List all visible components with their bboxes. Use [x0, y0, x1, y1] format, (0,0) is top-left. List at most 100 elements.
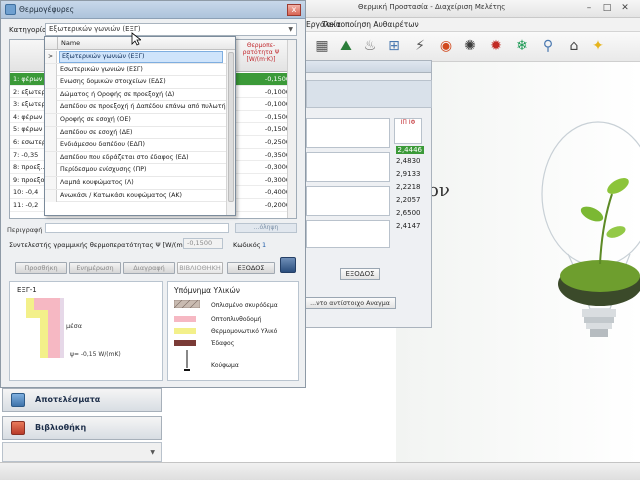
description-field[interactable] — [45, 223, 229, 233]
dropdown-option[interactable]: Δαπέδου σε προεξοχή ή Δαπέδου επάνω από … — [45, 101, 235, 114]
results-nav-button[interactable]: Αποτελέσματα — [2, 388, 162, 412]
row-marker — [45, 177, 57, 189]
toolbar-tower-icon[interactable]: ⚡ — [410, 36, 430, 56]
legend-title: Υπόμνημα Υλικών — [174, 286, 240, 295]
library-button[interactable]: ΒΙΒΛΙΟΘΗΚΗ — [177, 262, 223, 274]
add-button[interactable]: Προσθήκη — [15, 262, 67, 274]
dialog-close-icon[interactable]: x — [287, 4, 301, 16]
background-value: 2,4147 — [396, 222, 421, 230]
background-value: 2,6500 — [396, 209, 421, 217]
nav-more-panel[interactable]: ▼ — [2, 442, 162, 462]
dropdown-option[interactable]: Ανωκάσι / Κατωκάσι κουφώματος (ΑΚ) — [45, 189, 227, 203]
toolbar-snowflake-icon[interactable]: ❄ — [512, 36, 532, 56]
category-select[interactable]: Εξωτερικών γωνιών (ΕΞΓ) ▼ — [45, 23, 297, 36]
row-value: -0,1500 — [264, 75, 290, 83]
category-dropdown-list[interactable]: Name > Εξωτερικών γωνιών (ΕΞΓ) Εσωτερικώ… — [44, 36, 236, 216]
dropdown-option-label: Δαπέδου σε προεξοχή ή Δαπέδου επάνω από … — [60, 103, 236, 111]
legend-swatch-insulation — [174, 328, 196, 334]
category-label: Κατηγορία — [9, 26, 47, 34]
toolbar-landscape-icon[interactable]: ⛰ — [336, 36, 356, 56]
current-row-marker-icon: > — [45, 51, 57, 63]
dropdown-scrollbar[interactable] — [226, 50, 235, 215]
menu-item-settlement[interactable]: Τακτοποίηση Αυθαιρέτων — [322, 20, 419, 29]
books-icon — [11, 421, 25, 435]
row-value: -0,1500 — [264, 125, 290, 134]
dropdown-option[interactable]: > Εξωτερικών γωνιών (ΕΞΓ) — [45, 51, 227, 64]
exit-button[interactable]: ΕΞΟΔΟΣ — [227, 262, 275, 274]
dropdown-option-label: Εσωτερικών γωνιών (ΕΣΓ) — [60, 65, 143, 73]
close-window-icon[interactable]: ✕ — [618, 2, 632, 15]
dropdown-option-label: Δαπέδου σε εσοχή (ΔΕ) — [60, 128, 133, 136]
dropdown-option[interactable]: Δώματος ή Οροφής σε προεξοχή (Δ) — [45, 88, 227, 102]
row-marker — [45, 63, 57, 76]
dropdown-header-name[interactable]: Name — [57, 37, 227, 50]
legend-swatch-frame — [184, 350, 190, 371]
dropdown-option-label: Εξωτερικών γωνιών (ΕΞΓ) — [59, 51, 223, 63]
library-nav-label: Βιβλιοθήκη — [35, 423, 87, 432]
toolbar-tap-icon[interactable]: ⚲ — [538, 36, 558, 56]
legend-item-label: Θερμομονωτικό Υλικό — [211, 328, 278, 335]
background-dialog-field-2[interactable] — [306, 152, 390, 182]
dropdown-option[interactable]: Περίδεσμου ενίσχυσης (ΠΡ) — [45, 164, 227, 177]
background-value: 2,2218 — [396, 183, 421, 191]
dropdown-option[interactable]: Ενδιάμεσου δαπέδου (ΕΔΠ) — [45, 139, 227, 152]
legend-item-label: Οπτοπλινθοδομή — [211, 316, 262, 323]
background-dialog-header-panel — [306, 80, 432, 108]
grid-header-psi[interactable]: Θερμοπε-ρατότητα Ψ [W/(m·K)] — [236, 42, 286, 63]
dialog-app-icon — [5, 4, 16, 15]
row-name: 11: -0,2 — [13, 201, 39, 209]
row-marker — [45, 88, 57, 101]
row-value: -0,3500 — [264, 150, 290, 159]
row-name: 8: προεξ... — [13, 163, 47, 172]
drawing-inside-label: μέσα — [66, 322, 83, 330]
mouse-cursor-icon — [131, 32, 141, 46]
description-label: Περιγραφή — [7, 226, 43, 234]
dropdown-option[interactable]: Ενωσης δομικών στοιχείων (ΕΔΣ) — [45, 76, 227, 89]
grid-scrollbar[interactable] — [287, 40, 296, 218]
results-icon — [11, 393, 25, 407]
library-nav-button[interactable]: Βιβλιοθήκη — [2, 416, 162, 440]
exit-door-icon[interactable] — [280, 257, 296, 273]
dropdown-option[interactable]: Δαπέδου σε εσοχή (ΔΕ) — [45, 126, 227, 140]
legend-swatch-concrete — [174, 300, 200, 308]
chevron-down-icon[interactable]: ▼ — [150, 449, 155, 456]
background-dialog-field-1[interactable] — [306, 118, 390, 148]
minimize-icon[interactable]: – — [582, 2, 596, 15]
maximize-icon[interactable]: □ — [600, 2, 614, 15]
dropdown-option[interactable]: Εσωτερικών γωνιών (ΕΣΓ) — [45, 63, 227, 77]
toolbar-target-icon[interactable]: ◉ — [436, 36, 456, 56]
drawing-psi-label: ψ= -0,15 W/(mK) — [70, 351, 121, 358]
toolbar-grid-icon[interactable]: ▦ — [312, 36, 332, 56]
toolbar-wheel-icon[interactable]: ✺ — [460, 36, 480, 56]
toolbar-fire-icon[interactable]: ✹ — [486, 36, 506, 56]
dropdown-option[interactable]: Οροφής σε εσοχή (ΟΕ) — [45, 114, 227, 127]
dropdown-option[interactable]: Λαμπά κουφώματος (Λ) — [45, 177, 227, 190]
update-button[interactable]: Ενημέρωση — [69, 262, 121, 274]
background-dialog-field-4[interactable] — [306, 220, 390, 248]
background-value: 2,9133 — [396, 170, 421, 178]
row-marker — [45, 151, 57, 164]
detail-drawing-panel: ΕΞΓ-1 μέσα ψ= -0,15 W/(mK) — [9, 281, 163, 381]
dialog-titlebar: Θερμογέφυρες x — [1, 1, 305, 19]
background-values-header: ΙΠ ΙΦ — [394, 118, 422, 144]
chevron-down-icon[interactable]: ▼ — [288, 24, 293, 35]
dropdown-option-label: Περίδεσμου ενίσχυσης (ΠΡ) — [60, 166, 147, 174]
background-annex-button[interactable]: ...ντο αντίστοιχο Αναγμα — [304, 297, 396, 309]
dropdown-option[interactable]: Δαπέδου που εδράζεται στο έδαφος (ΕΔ) — [45, 151, 227, 165]
delete-button[interactable]: Διαγραφή — [123, 262, 175, 274]
background-value: 2,4446 — [396, 146, 424, 154]
toolbar-house-icon[interactable]: ⌂ — [564, 36, 584, 56]
toolbar-bulb-icon[interactable]: ✦ — [588, 36, 608, 56]
row-value: -0,3000 — [264, 163, 290, 172]
row-name: 7: -0,35 — [13, 150, 39, 159]
psi-coefficient-label: Συντελεστής γραμμικής θερμοπερατότητας Ψ… — [9, 241, 195, 249]
toolbar-window-icon[interactable]: ⊞ — [384, 36, 404, 56]
psi-coefficient-field[interactable]: -0,1500 — [183, 238, 223, 249]
toolbar-heater-icon[interactable]: ♨ — [360, 36, 380, 56]
background-exit-button[interactable]: ΕΞΟΔΟΣ — [340, 268, 380, 280]
legend-item-label: Κούφωμα — [211, 362, 239, 369]
row-marker — [45, 189, 57, 202]
lightbulb-plant-image — [541, 121, 640, 337]
background-dialog-field-3[interactable] — [306, 186, 390, 216]
dropdown-scrollbar-thumb[interactable] — [228, 52, 234, 202]
